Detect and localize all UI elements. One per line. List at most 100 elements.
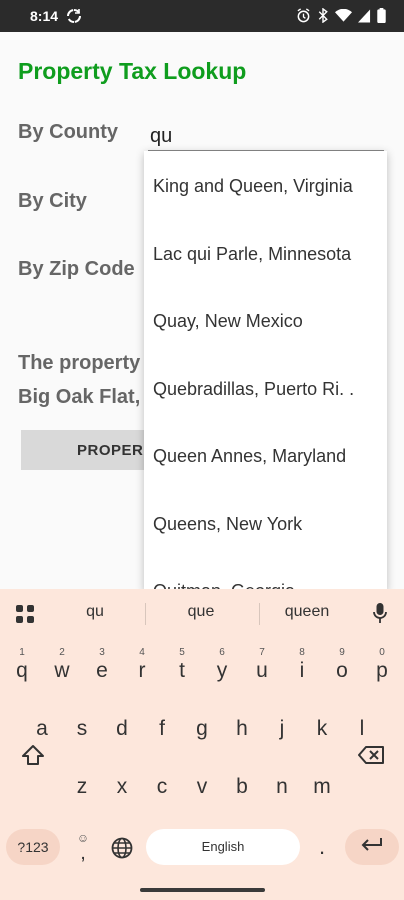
- microphone-icon[interactable]: [370, 601, 390, 625]
- result-line-2: Big Oak Flat,: [18, 386, 141, 408]
- enter-icon: [360, 836, 384, 859]
- wifi-icon: [335, 8, 352, 28]
- key[interactable]: f: [144, 703, 180, 753]
- key[interactable]: 2w: [44, 645, 80, 695]
- key-label: y: [216, 659, 228, 682]
- key[interactable]: n: [264, 761, 300, 811]
- key[interactable]: v: [184, 761, 220, 811]
- key-label: x: [116, 775, 128, 798]
- suggestion-divider: [145, 603, 146, 625]
- backspace-icon[interactable]: [346, 735, 396, 775]
- key[interactable]: 7u: [244, 645, 280, 695]
- key[interactable]: c: [144, 761, 180, 811]
- suggestion-3[interactable]: queen: [262, 603, 352, 621]
- key[interactable]: g: [184, 703, 220, 753]
- suggestion-1[interactable]: qu: [50, 603, 140, 621]
- shift-icon[interactable]: [8, 735, 58, 775]
- key-label: u: [256, 659, 268, 682]
- key-label: o: [336, 659, 348, 682]
- dropdown-item[interactable]: King and Queen, Virginia: [144, 151, 387, 219]
- key-label: t: [179, 659, 185, 682]
- key-label: j: [279, 717, 285, 740]
- battery-icon: [377, 8, 386, 28]
- dropdown-item[interactable]: Queens, New York: [144, 489, 387, 557]
- key-hint: 4: [139, 647, 145, 658]
- key-label: i: [299, 659, 305, 682]
- key[interactable]: 5t: [164, 645, 200, 695]
- key[interactable]: m: [304, 761, 340, 811]
- key[interactable]: 9o: [324, 645, 360, 695]
- key-hint: 6: [219, 647, 225, 658]
- key-hint: 9: [339, 647, 345, 658]
- key[interactable]: 1q: [4, 645, 40, 695]
- key[interactable]: 6y: [204, 645, 240, 695]
- symbols-key[interactable]: ?123: [6, 829, 60, 865]
- apps-grid-icon[interactable]: [14, 603, 36, 625]
- key-hint: 8: [299, 647, 305, 658]
- key[interactable]: k: [304, 703, 340, 753]
- key[interactable]: s: [64, 703, 100, 753]
- comma-label: ,: [80, 842, 86, 864]
- key[interactable]: 8i: [284, 645, 320, 695]
- signal-icon: [358, 9, 371, 28]
- county-input[interactable]: [148, 118, 384, 152]
- key-hint: 2: [59, 647, 65, 658]
- key-label: q: [16, 659, 28, 682]
- status-time: 8:14: [30, 8, 59, 24]
- key-hint: 7: [259, 647, 265, 658]
- city-label: By City: [18, 190, 87, 212]
- navigation-handle[interactable]: [140, 888, 265, 892]
- key[interactable]: x: [104, 761, 140, 811]
- key-label: f: [159, 717, 165, 740]
- key-label: n: [276, 775, 288, 798]
- key[interactable]: 0p: [364, 645, 400, 695]
- suggestion-divider: [259, 603, 260, 625]
- autocomplete-dropdown: King and Queen, Virginia Lac qui Parle, …: [144, 151, 387, 591]
- dropdown-item[interactable]: Quebradillas, Puerto Ri. .: [144, 354, 387, 422]
- suggestion-bar: qu que queen: [0, 589, 404, 637]
- dropdown-item[interactable]: Quitman, Georgia: [144, 556, 387, 591]
- key-label: k: [316, 717, 328, 740]
- key[interactable]: b: [224, 761, 260, 811]
- key[interactable]: d: [104, 703, 140, 753]
- key-label: w: [54, 659, 70, 682]
- key-hint: 0: [379, 647, 385, 658]
- dropdown-item[interactable]: Queen Annes, Maryland: [144, 421, 387, 489]
- key[interactable]: 4r: [124, 645, 160, 695]
- zip-code-label: By Zip Code: [18, 258, 135, 280]
- key[interactable]: z: [64, 761, 100, 811]
- sync-icon: [66, 8, 82, 29]
- key-hint: 1: [19, 647, 25, 658]
- app-title: Property Tax Lookup: [18, 58, 247, 84]
- key-hint: 3: [99, 647, 105, 658]
- key-label: h: [236, 717, 248, 740]
- alarm-icon: [296, 8, 311, 28]
- key[interactable]: 3e: [84, 645, 120, 695]
- dropdown-item[interactable]: Quay, New Mexico: [144, 286, 387, 354]
- key-label: z: [76, 775, 88, 798]
- result-text: The property Big Oak Flat,: [18, 346, 158, 414]
- key-label: s: [76, 717, 88, 740]
- key[interactable]: h: [224, 703, 260, 753]
- key-label: c: [156, 775, 168, 798]
- bluetooth-icon: [317, 7, 329, 28]
- key-label: p: [376, 659, 388, 682]
- globe-icon[interactable]: [106, 833, 138, 863]
- period-key[interactable]: .: [308, 829, 336, 865]
- space-key[interactable]: English: [146, 829, 300, 865]
- key-label: m: [313, 775, 331, 798]
- suggestion-2[interactable]: que: [156, 603, 246, 621]
- key-label: e: [96, 659, 108, 682]
- key-label: b: [236, 775, 248, 798]
- key-label: d: [116, 717, 128, 740]
- status-bar: 8:14: [0, 0, 404, 32]
- result-line-1: The property: [18, 352, 141, 374]
- comma-key[interactable]: ☺ ,: [68, 825, 98, 869]
- key-label: g: [196, 717, 208, 740]
- soft-keyboard: qu que queen 1q2w3e4r5t6y7u8i9o0p asdfgh…: [0, 589, 404, 900]
- dropdown-item[interactable]: Lac qui Parle, Minnesota: [144, 219, 387, 287]
- county-label: By County: [18, 121, 118, 143]
- key-label: r: [138, 659, 146, 682]
- enter-key[interactable]: [345, 829, 399, 865]
- key[interactable]: j: [264, 703, 300, 753]
